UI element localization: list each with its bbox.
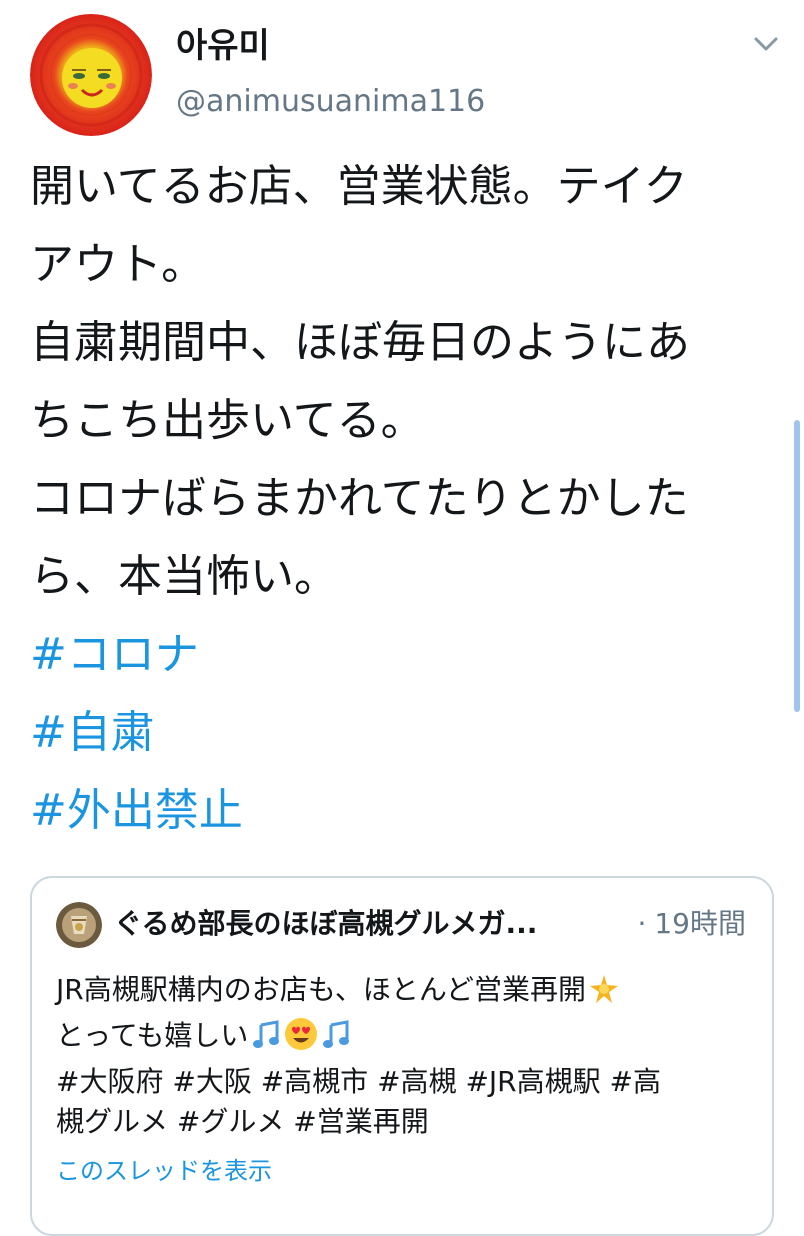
- quoted-text-segment: JR高槻駅構内のお店も、ほとんど営業再開: [56, 973, 587, 1006]
- quoted-tweet-card[interactable]: ぐるめ部長のほぼ高槻グルメガ... · 19時間 JR高槻駅構内のお店も、ほとんど…: [30, 876, 774, 1236]
- quoted-text-line: とっても嬉しい: [56, 1016, 746, 1062]
- tweet-text: 開いてるお店、営業状態。テイク アウト。 自粛期間中、ほぼ毎日のようにあ ちこち…: [30, 148, 770, 850]
- tweet-text-line: 開いてるお店、営業状態。テイク: [30, 161, 688, 212]
- chevron-down-icon: [754, 37, 778, 51]
- quoted-hashtags-line[interactable]: 槻グルメ #グルメ #営業再開: [56, 1102, 746, 1142]
- tweet-text-line: 自粛期間中、ほぼ毎日のようにあ: [30, 317, 690, 368]
- time-separator: ·: [637, 907, 647, 940]
- quoted-author-avatar[interactable]: [56, 902, 102, 948]
- hashtag-link[interactable]: #自粛: [30, 694, 770, 772]
- quoted-tweet-text: JR高槻駅構内のお店も、ほとんど営業再開 とっても嬉しい #大阪府 #大阪 #高…: [56, 970, 746, 1142]
- quoted-author-name[interactable]: ぐるめ部長のほぼ高槻グルメガ...: [114, 904, 634, 944]
- author-display-name[interactable]: 아유미: [176, 26, 270, 66]
- show-thread-link[interactable]: このスレッドを表示: [56, 1154, 272, 1188]
- food-photo-avatar-icon: [56, 902, 102, 948]
- music-note-emoji-icon: [320, 1019, 352, 1062]
- heart-eyes-emoji-icon: [284, 1017, 318, 1062]
- quoted-tweet-time[interactable]: · 19時間: [637, 904, 746, 944]
- scrollbar-thumb[interactable]: [794, 420, 800, 712]
- sun-face-avatar-icon: [30, 14, 152, 136]
- author-avatar[interactable]: [30, 14, 152, 136]
- hashtag-link[interactable]: #外出禁止: [30, 772, 770, 850]
- tweet-text-line: コロナばらまかれてたりとかした: [30, 473, 689, 524]
- tweet-text-line: ら、本当怖い。: [30, 551, 338, 602]
- quoted-text-segment: とっても嬉しい: [56, 1019, 249, 1052]
- music-note-emoji-icon: [250, 1019, 282, 1062]
- time-label: 19時間: [654, 907, 746, 940]
- quoted-text-line: JR高槻駅構内のお店も、ほとんど営業再開: [56, 970, 746, 1016]
- author-handle[interactable]: @animusuanima116: [176, 84, 485, 120]
- star-emoji-icon: [588, 973, 620, 1016]
- tweet-menu-button[interactable]: [748, 30, 784, 60]
- quoted-hashtags-line[interactable]: #大阪府 #大阪 #高槻市 #高槻 #JR高槻駅 #高: [56, 1062, 746, 1102]
- tweet-text-line: ちこち出歩いてる。: [30, 395, 425, 446]
- tweet-text-line: アウト。: [30, 239, 206, 290]
- hashtag-link[interactable]: #コロナ: [30, 616, 770, 694]
